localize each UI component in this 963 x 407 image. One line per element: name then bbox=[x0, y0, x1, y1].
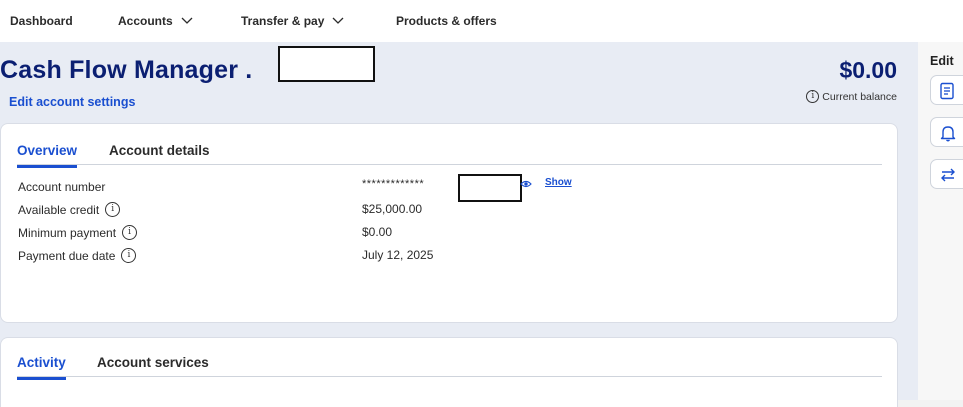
info-icon[interactable]: i bbox=[105, 202, 121, 217]
available-credit-label-text: Available credit bbox=[18, 202, 100, 217]
redaction-box bbox=[458, 174, 522, 202]
nav-accounts[interactable]: Accounts bbox=[118, 14, 193, 28]
transfer-button[interactable] bbox=[930, 159, 963, 189]
tab-account-services[interactable]: Account services bbox=[97, 355, 209, 377]
right-sidebar: Edit bbox=[918, 42, 963, 400]
nav-dashboard-label: Dashboard bbox=[10, 14, 73, 28]
info-icon[interactable]: i bbox=[122, 225, 138, 240]
minimum-payment-label: Minimum payment i bbox=[18, 225, 138, 240]
info-icon[interactable]: i bbox=[121, 248, 137, 263]
tab-divider bbox=[17, 376, 882, 377]
nav-products-offers[interactable]: Products & offers bbox=[396, 14, 497, 28]
chevron-down-icon bbox=[181, 17, 193, 24]
info-icon[interactable]: i bbox=[806, 90, 820, 103]
payment-due-date-value: July 12, 2025 bbox=[362, 248, 434, 262]
edit-account-settings-link[interactable]: Edit account settings bbox=[9, 95, 135, 109]
tab-divider bbox=[17, 164, 882, 165]
current-balance-amount: $0.00 bbox=[839, 57, 897, 83]
current-balance-label-row: i Current balance bbox=[806, 90, 897, 103]
current-balance-label: Current balance bbox=[822, 90, 897, 103]
account-number-label-text: Account number bbox=[18, 180, 106, 194]
nav-dashboard[interactable]: Dashboard bbox=[10, 14, 73, 28]
overview-card: Overview Account details Account number … bbox=[0, 123, 898, 323]
tab-account-details[interactable]: Account details bbox=[109, 143, 210, 165]
show-account-number-link[interactable]: Show bbox=[545, 177, 572, 188]
minimum-payment-value: $0.00 bbox=[362, 225, 393, 239]
nav-transfer-pay[interactable]: Transfer & pay bbox=[241, 14, 344, 28]
top-navigation: Dashboard Accounts Transfer & pay Produc… bbox=[0, 0, 963, 42]
activity-card: Activity Account services bbox=[0, 337, 898, 407]
payment-due-date-label: Payment due date i bbox=[18, 248, 137, 263]
nav-products-offers-label: Products & offers bbox=[396, 14, 497, 28]
document-icon bbox=[940, 82, 954, 100]
nav-transfer-pay-label: Transfer & pay bbox=[241, 14, 325, 28]
transfer-arrows-icon bbox=[941, 168, 955, 182]
statement-button[interactable] bbox=[930, 75, 963, 105]
minimum-payment-label-text: Minimum payment bbox=[18, 225, 117, 240]
bell-icon bbox=[940, 126, 956, 142]
payment-due-date-label-text: Payment due date bbox=[18, 248, 116, 263]
available-credit-label: Available credit i bbox=[18, 202, 121, 217]
available-credit-value: $25,000.00 bbox=[362, 202, 423, 216]
redaction-box bbox=[278, 46, 375, 82]
nav-accounts-label: Accounts bbox=[118, 14, 173, 28]
page-title: Cash Flow Manager . bbox=[0, 56, 253, 84]
account-number-value: ************* bbox=[362, 178, 425, 190]
chevron-down-icon bbox=[332, 17, 344, 24]
account-number-label: Account number bbox=[18, 180, 105, 194]
alerts-button[interactable] bbox=[930, 117, 963, 147]
eye-icon[interactable] bbox=[520, 179, 532, 189]
edit-label: Edit bbox=[930, 54, 954, 68]
